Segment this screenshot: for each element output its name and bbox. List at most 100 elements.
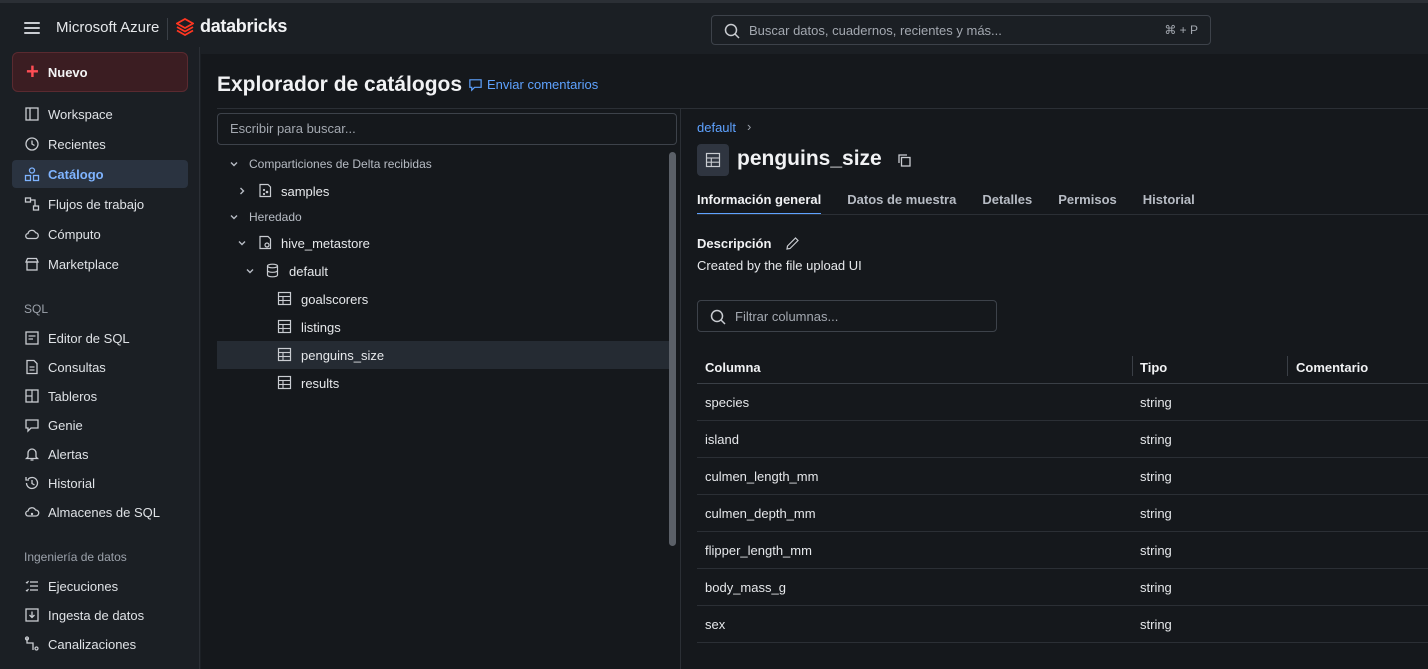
sql-editor-icon — [25, 331, 39, 345]
sidebar-item-label: Historial — [48, 475, 95, 491]
column-type: string — [1140, 395, 1172, 410]
tree-item-hive-metastore[interactable]: hive_metastore — [217, 229, 669, 257]
sidebar-item-ingesta-de-datos[interactable]: Ingesta de datos — [12, 601, 188, 629]
tab-detalles[interactable]: Detalles — [982, 184, 1032, 215]
tree-item-label: listings — [301, 319, 341, 335]
pencil-icon[interactable] — [785, 236, 800, 251]
tree-item-label: hive_metastore — [281, 235, 370, 251]
queries-icon — [26, 359, 38, 375]
sidebar-section-sql: SQL — [24, 302, 49, 316]
sidebar-item-alertas[interactable]: Alertas — [12, 440, 188, 468]
sidebar-item-consultas[interactable]: Consultas — [12, 353, 188, 381]
filter-columns-input[interactable]: Filtrar columnas... — [697, 300, 997, 332]
pipelines-icon — [24, 636, 39, 651]
column-resizer[interactable] — [1132, 356, 1133, 376]
bell-icon — [24, 448, 40, 461]
chevron-down-icon — [238, 241, 246, 246]
sidebar-item-tableros[interactable]: Tableros — [12, 382, 188, 410]
table-icon — [705, 152, 721, 168]
plus-icon: + — [26, 59, 39, 84]
send-feedback-link[interactable]: Enviar comentarios — [468, 77, 598, 92]
global-search-placeholder: Buscar datos, cuadernos, recientes y más… — [749, 23, 1002, 38]
tree-item-label: goalscorers — [301, 291, 369, 307]
column-header-comentario[interactable]: Comentario — [1296, 360, 1368, 375]
database-icon — [266, 263, 279, 278]
tab-permisos[interactable]: Permisos — [1058, 184, 1117, 215]
tab-historial[interactable]: Historial — [1143, 184, 1195, 215]
sidebar-item-computo[interactable]: Cómputo — [12, 220, 188, 248]
catalog-explorer: Explorador de catálogos Enviar comentari… — [201, 54, 1428, 669]
tab-datos-de-muestra[interactable]: Datos de muestra — [847, 184, 956, 215]
sidebar-item-catalogo[interactable]: Catálogo — [12, 160, 188, 188]
chevron-down-icon — [230, 162, 238, 167]
sidebar-item-editor-de-sql[interactable]: Editor de SQL — [12, 324, 188, 352]
tree-item-label: default — [289, 263, 329, 279]
sidebar-item-label: Editor de SQL — [48, 330, 130, 346]
column-resizer[interactable] — [1287, 356, 1288, 376]
global-search-input[interactable]: Buscar datos, cuadernos, recientes y más… — [711, 15, 1211, 45]
menu-icon[interactable] — [24, 22, 40, 34]
filter-placeholder: Filtrar columnas... — [735, 309, 839, 324]
sidebar-item-workspace[interactable]: Workspace — [12, 100, 188, 128]
tree-item-penguins-size[interactable]: penguins_size — [217, 341, 669, 369]
sidebar-item-almacenes-de-sql[interactable]: Almacenes de SQL — [12, 498, 188, 526]
dashboards-icon — [25, 389, 39, 403]
panel-divider[interactable] — [680, 108, 681, 669]
chevron-right-icon — [240, 187, 245, 195]
tree-item-label: penguins_size — [301, 347, 385, 363]
tabs-divider — [697, 214, 1428, 215]
column-name: flipper_length_mm — [705, 543, 812, 558]
sidebar-item-ejecuciones[interactable]: Ejecuciones — [12, 572, 188, 600]
column-name: culmen_length_mm — [705, 469, 819, 484]
table-row[interactable]: island string — [697, 421, 1428, 458]
table-icon — [277, 319, 292, 334]
sidebar: + Nuevo Workspace Recientes Catálogo Flu… — [0, 47, 200, 669]
table-row[interactable]: culmen_length_mm string — [697, 458, 1428, 495]
tree-group-legacy[interactable]: Heredado — [217, 203, 669, 231]
sidebar-item-label: Tableros — [48, 388, 98, 404]
column-name: body_mass_g — [705, 580, 786, 595]
table-type-badge — [697, 144, 729, 176]
tree-item-results[interactable]: results — [217, 369, 669, 397]
sidebar-item-flujos-de-trabajo[interactable]: Flujos de trabajo — [12, 190, 188, 218]
tab-informacion-general[interactable]: Información general — [697, 184, 822, 215]
tree-item-listings[interactable]: listings — [217, 313, 669, 341]
tree-item-samples[interactable]: samples — [217, 177, 669, 205]
sidebar-item-canalizaciones[interactable]: Canalizaciones — [12, 630, 188, 658]
sidebar-item-label: Ejecuciones — [48, 578, 119, 594]
sidebar-item-recientes[interactable]: Recientes — [12, 130, 188, 158]
column-header-tipo[interactable]: Tipo — [1140, 360, 1167, 375]
tree-search-input[interactable]: Escribir para buscar... — [217, 113, 677, 145]
tree-item-goalscorers[interactable]: goalscorers — [217, 285, 669, 313]
brand-divider — [167, 18, 168, 40]
tree-scrollbar[interactable] — [669, 152, 676, 546]
sidebar-item-label: Flujos de trabajo — [48, 196, 145, 212]
genie-icon — [25, 419, 39, 433]
sidebar-item-label: Alertas — [48, 446, 89, 462]
sidebar-item-label: Ingesta de datos — [48, 607, 145, 623]
table-row[interactable]: culmen_depth_mm string — [697, 495, 1428, 532]
tree-item-default-schema[interactable]: default — [217, 257, 669, 285]
databricks-brand-name: databricks — [200, 16, 288, 36]
send-feedback-label: Enviar comentarios — [487, 77, 599, 92]
table-row[interactable]: flipper_length_mm string — [697, 532, 1428, 569]
table-row[interactable]: body_mass_g string — [697, 569, 1428, 606]
sidebar-item-marketplace[interactable]: Marketplace — [12, 250, 188, 278]
sidebar-section-data-engineering: Ingeniería de datos — [24, 550, 127, 564]
breadcrumb-default[interactable]: default — [697, 120, 736, 135]
sidebar-item-genie[interactable]: Genie — [12, 411, 188, 439]
sidebar-item-historial[interactable]: Historial — [12, 469, 188, 497]
search-icon — [710, 309, 726, 325]
copy-icon[interactable] — [897, 153, 912, 168]
table-row[interactable]: sex string — [697, 606, 1428, 643]
table-row[interactable]: species string — [697, 384, 1428, 421]
description-value: Created by the file upload UI — [697, 258, 862, 273]
new-button[interactable]: + Nuevo — [12, 52, 188, 92]
column-header-columna[interactable]: Columna — [705, 360, 761, 375]
cloud-icon — [25, 229, 39, 240]
sidebar-item-label: Workspace — [48, 106, 113, 122]
column-type: string — [1140, 617, 1172, 632]
tree-group-delta-shares[interactable]: Comparticiones de Delta recibidas — [217, 150, 669, 178]
databricks-brand[interactable]: databricks — [176, 16, 287, 37]
search-shortcut: ⌘ + P — [1164, 23, 1198, 37]
